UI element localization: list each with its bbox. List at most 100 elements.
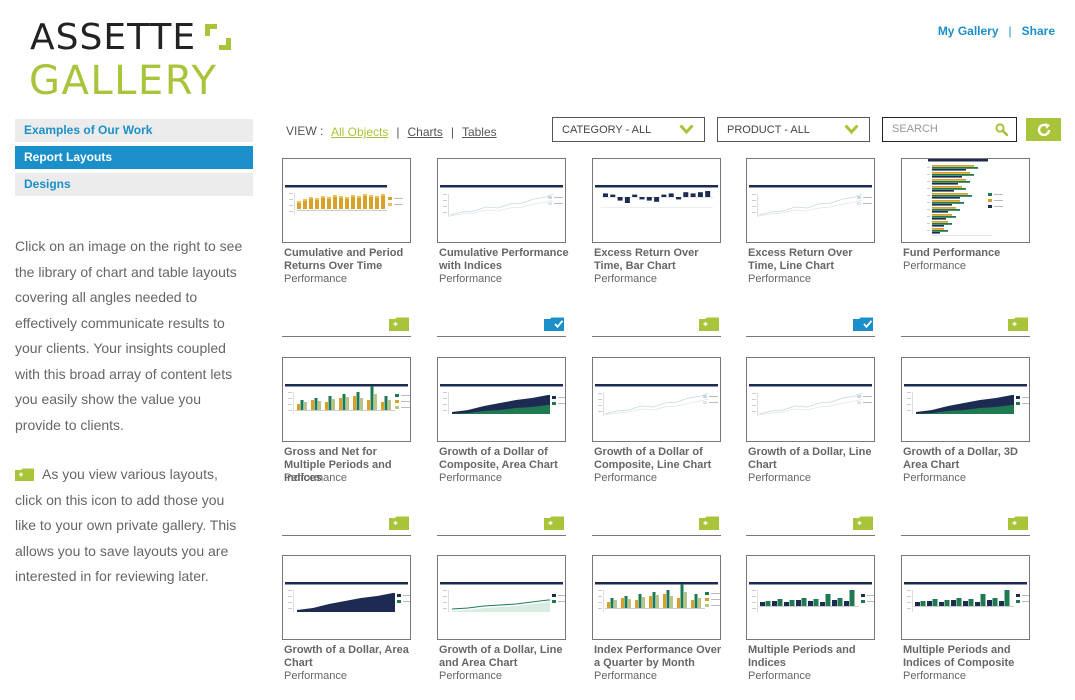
layout-category: Performance	[748, 273, 811, 285]
card-action-bar	[282, 514, 411, 536]
refresh-button[interactable]	[1026, 118, 1061, 141]
card-action-bar	[592, 315, 721, 337]
add-to-gallery-icon[interactable]	[1008, 516, 1028, 530]
view-separator: |	[450, 125, 454, 139]
sidebar-item-report-layouts[interactable]: Report Layouts	[15, 146, 253, 169]
add-to-gallery-icon[interactable]	[699, 317, 719, 331]
saved-folder-icon[interactable]	[544, 317, 564, 331]
add-instructions-text: As you view various layouts, click on th…	[15, 466, 237, 584]
card-action-bar	[282, 315, 411, 337]
layout-thumbnail[interactable]	[901, 357, 1030, 442]
thumbnail-chart-graphic	[440, 185, 563, 217]
header-links: My Gallery | Share	[938, 24, 1055, 38]
chevron-down-icon	[679, 124, 694, 135]
refresh-icon	[1037, 123, 1051, 137]
view-all-objects-link[interactable]: All Objects	[331, 125, 388, 139]
card-action-bar	[437, 315, 566, 337]
thumbnail-chart-graphic	[440, 384, 565, 414]
layout-title[interactable]: Excess Return Over Time, Bar Chart	[594, 247, 726, 273]
card-action-bar	[437, 514, 566, 536]
add-to-gallery-icon[interactable]	[389, 317, 409, 331]
my-gallery-link[interactable]: My Gallery	[938, 24, 999, 38]
thumbnail-chart-graphic	[595, 384, 718, 416]
layout-thumbnail[interactable]	[282, 555, 411, 640]
card-action-bar	[901, 315, 1030, 337]
add-to-gallery-icon[interactable]	[544, 516, 564, 530]
share-link[interactable]: Share	[1022, 24, 1055, 38]
layout-title[interactable]: Index Performance Over a Quarter by Mont…	[594, 644, 726, 670]
add-to-gallery-icon[interactable]	[389, 516, 409, 530]
thumbnail-chart-graphic	[749, 384, 872, 416]
layout-thumbnail[interactable]	[901, 158, 1030, 243]
layout-category: Performance	[284, 670, 347, 682]
layout-category: Performance	[748, 670, 811, 682]
chevron-down-icon	[844, 124, 859, 135]
card-action-bar	[746, 514, 875, 536]
category-dropdown[interactable]: CATEGORY - ALL	[552, 117, 705, 142]
layout-category: Performance	[903, 260, 966, 272]
header-separator: |	[1008, 24, 1012, 38]
thumbnail-chart-graphic	[285, 185, 403, 215]
saved-folder-icon[interactable]	[853, 317, 873, 331]
logo-text-gallery: GALLERY	[29, 58, 218, 104]
layout-title[interactable]: Growth of a Dollar, 3D Area Chart	[903, 446, 1035, 472]
logo-text-assette: ASSETTE	[30, 17, 197, 58]
layout-category: Performance	[594, 472, 657, 484]
search-input[interactable]	[883, 118, 991, 140]
layout-category: Performance	[439, 472, 502, 484]
layout-title[interactable]: Growth of a Dollar of Composite, Line Ch…	[594, 446, 726, 472]
layout-thumbnail[interactable]	[437, 158, 566, 243]
layout-title[interactable]: Growth of a Dollar, Line Chart	[748, 446, 880, 472]
logo-bracket-icon	[205, 24, 231, 50]
thumbnail-chart-graphic	[595, 185, 718, 208]
thumbnail-chart-graphic	[749, 185, 872, 217]
layout-category: Performance	[439, 670, 502, 682]
layout-thumbnail[interactable]	[282, 158, 411, 243]
search-box	[882, 117, 1017, 142]
sidebar-item-examples[interactable]: Examples of Our Work	[15, 119, 253, 142]
layout-thumbnail[interactable]	[592, 555, 721, 640]
layout-title[interactable]: Excess Return Over Time, Line Chart	[748, 247, 880, 273]
layout-title[interactable]: Multiple Periods and Indices	[748, 644, 880, 670]
assette-gallery-logo[interactable]: ASSETTE GALLERY	[29, 17, 240, 105]
thumbnail-chart-graphic	[927, 159, 1003, 236]
layout-thumbnail[interactable]	[437, 555, 566, 640]
layout-category: Performance	[748, 472, 811, 484]
layout-title[interactable]: Cumulative Performance with Indices	[439, 247, 571, 273]
view-separator: |	[396, 125, 400, 139]
layout-category: Performance	[903, 670, 966, 682]
layout-thumbnail[interactable]	[746, 158, 875, 243]
card-action-bar	[746, 315, 875, 337]
layout-category: Performance	[439, 273, 502, 285]
add-to-gallery-icon[interactable]	[1008, 317, 1028, 331]
add-to-gallery-icon[interactable]	[853, 516, 873, 530]
layout-category: Performance	[284, 472, 347, 484]
layout-thumbnail[interactable]	[592, 357, 721, 442]
card-action-bar	[592, 514, 721, 536]
view-tables-link[interactable]: Tables	[462, 125, 497, 139]
layout-category: Performance	[594, 273, 657, 285]
add-to-gallery-icon[interactable]	[699, 516, 719, 530]
layout-thumbnail[interactable]	[282, 357, 411, 442]
view-charts-link[interactable]: Charts	[407, 125, 442, 139]
layout-category: Performance	[284, 273, 347, 285]
layout-thumbnail[interactable]	[901, 555, 1030, 640]
thumbnail-chart-graphic	[749, 582, 874, 612]
sidebar-item-designs[interactable]: Designs	[15, 173, 253, 196]
thumbnail-chart-graphic	[595, 582, 720, 612]
layout-thumbnail[interactable]	[437, 357, 566, 442]
layout-title[interactable]: Multiple Periods and Indices of Composit…	[903, 644, 1035, 670]
layout-title[interactable]: Growth of a Dollar, Line and Area Chart	[439, 644, 571, 670]
search-icon[interactable]	[995, 123, 1008, 136]
layout-title[interactable]: Cumulative and Period Returns Over Time	[284, 247, 416, 273]
category-dropdown-value: CATEGORY - ALL	[562, 124, 652, 136]
layout-thumbnail[interactable]	[592, 158, 721, 243]
layout-thumbnail[interactable]	[746, 555, 875, 640]
intro-text: Click on an image on the right to see th…	[15, 238, 243, 433]
layout-title[interactable]: Growth of a Dollar, Area Chart	[284, 644, 416, 670]
layout-thumbnail[interactable]	[746, 357, 875, 442]
thumbnail-chart-graphic	[285, 384, 410, 414]
layout-title[interactable]: Growth of a Dollar of Composite, Area Ch…	[439, 446, 571, 472]
layout-title[interactable]: Fund Performance	[903, 247, 1035, 260]
product-dropdown[interactable]: PRODUCT - ALL	[717, 117, 870, 142]
